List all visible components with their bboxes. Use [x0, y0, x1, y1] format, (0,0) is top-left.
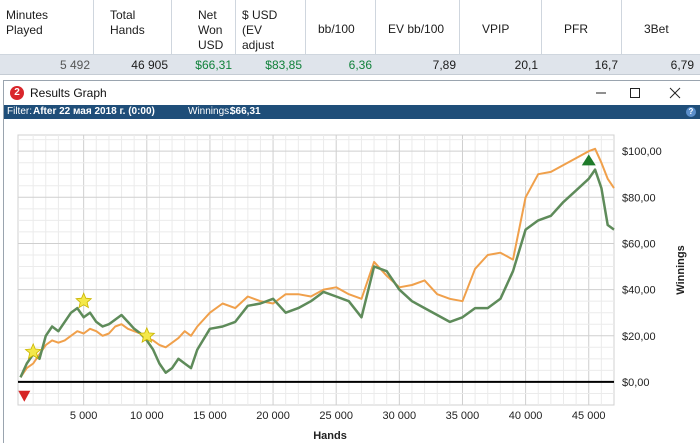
close-icon [669, 87, 681, 99]
value-ev-bb100: 7,89 [432, 58, 456, 72]
filter-label: Filter: [7, 106, 32, 117]
x-tick-label: 35 000 [446, 410, 480, 422]
close-button[interactable] [660, 83, 690, 103]
winnings-label: Winnings: [188, 106, 232, 117]
winnings-value: $66,31 [230, 106, 261, 117]
value-3bet: 6,79 [670, 58, 694, 72]
header-label: PFR [564, 22, 588, 36]
header-ev-bb100[interactable]: EV bb/100 [376, 0, 460, 55]
value-minutes-played: 5 492 [59, 58, 90, 72]
maximize-button[interactable] [620, 83, 650, 103]
y-tick-label: $60,00 [622, 238, 656, 250]
y-tick-label: $0,00 [622, 377, 650, 389]
header-label: VPIP [482, 22, 510, 36]
header-label: 3Bet [644, 22, 669, 36]
header-minutes-played[interactable]: Minutes Played [0, 0, 94, 55]
chart-grid [17, 134, 615, 406]
value-net-won: $66,31 [195, 58, 232, 72]
app-logo-icon: 2 [10, 86, 24, 100]
plot-frame [17, 134, 615, 406]
header-bb100[interactable]: bb/100 [306, 0, 376, 55]
value-ev-adjusted: $83,85 [265, 58, 302, 72]
header-net-won[interactable]: Net Won USD [172, 0, 236, 55]
filter-value[interactable]: After 22 мая 2018 г. (0:00) [33, 105, 155, 119]
x-tick-label: 10 000 [130, 410, 164, 422]
help-icon[interactable]: ? [686, 107, 696, 117]
header-label: Net Won USD [198, 8, 224, 52]
stats-header: Minutes Played Total Hands Net Won USD $… [0, 0, 700, 55]
header-pfr[interactable]: PFR [542, 0, 622, 55]
window-titlebar[interactable]: 2 Results Graph [4, 81, 700, 105]
results-chart: 5 000 10 000 15 000 20 000 25 000 30 000 35 00… [4, 119, 700, 444]
x-tick-label: 5 000 [70, 410, 98, 422]
chart-svg: 5 000 10 000 15 000 20 000 25 000 30 000 35 00… [17, 134, 687, 442]
header-ev-adjusted[interactable]: $ USD (EV adjust [236, 0, 306, 55]
x-axis-label: Hands [313, 430, 347, 442]
filter-bar: Filter: After 22 мая 2018 г. (0:00) Winn… [4, 105, 700, 119]
header-3bet[interactable]: 3Bet [622, 0, 700, 55]
value-pfr: 16,7 [594, 58, 618, 72]
x-tick-label: 40 000 [509, 410, 543, 422]
header-label: Minutes Played [6, 8, 49, 37]
header-total-hands[interactable]: Total Hands [94, 0, 172, 55]
header-label: EV bb/100 [388, 22, 445, 36]
value-total-hands: 46 905 [131, 58, 168, 72]
x-tick-label: 45 000 [572, 410, 606, 422]
header-vpip[interactable]: VPIP [460, 0, 542, 55]
y-axis-label: Winnings [675, 245, 687, 294]
x-tick-label: 15 000 [193, 410, 227, 422]
header-label: $ USD (EV adjust [242, 8, 278, 52]
header-label: bb/100 [318, 22, 355, 36]
x-tick-label: 20 000 [256, 410, 290, 422]
minimize-icon [596, 92, 606, 94]
maximize-icon [630, 88, 640, 98]
minimize-button[interactable] [586, 83, 616, 103]
x-tick-label: 30 000 [383, 410, 417, 422]
results-graph-window: 2 Results Graph Filter: After 22 мая 201… [3, 80, 700, 444]
y-tick-label: $20,00 [622, 331, 656, 343]
x-tick-label: 25 000 [319, 410, 353, 422]
value-bb100: 6,36 [348, 58, 372, 72]
y-tick-label: $40,00 [622, 285, 656, 297]
stats-values-row[interactable]: 5 492 46 905 $66,31 $83,85 6,36 7,89 20,… [0, 55, 700, 75]
y-tick-label: $100,00 [622, 146, 662, 158]
window-title: Results Graph [30, 86, 107, 100]
header-label: Total Hands [110, 8, 145, 37]
value-vpip: 20,1 [514, 58, 538, 72]
y-tick-label: $80,00 [622, 192, 656, 204]
